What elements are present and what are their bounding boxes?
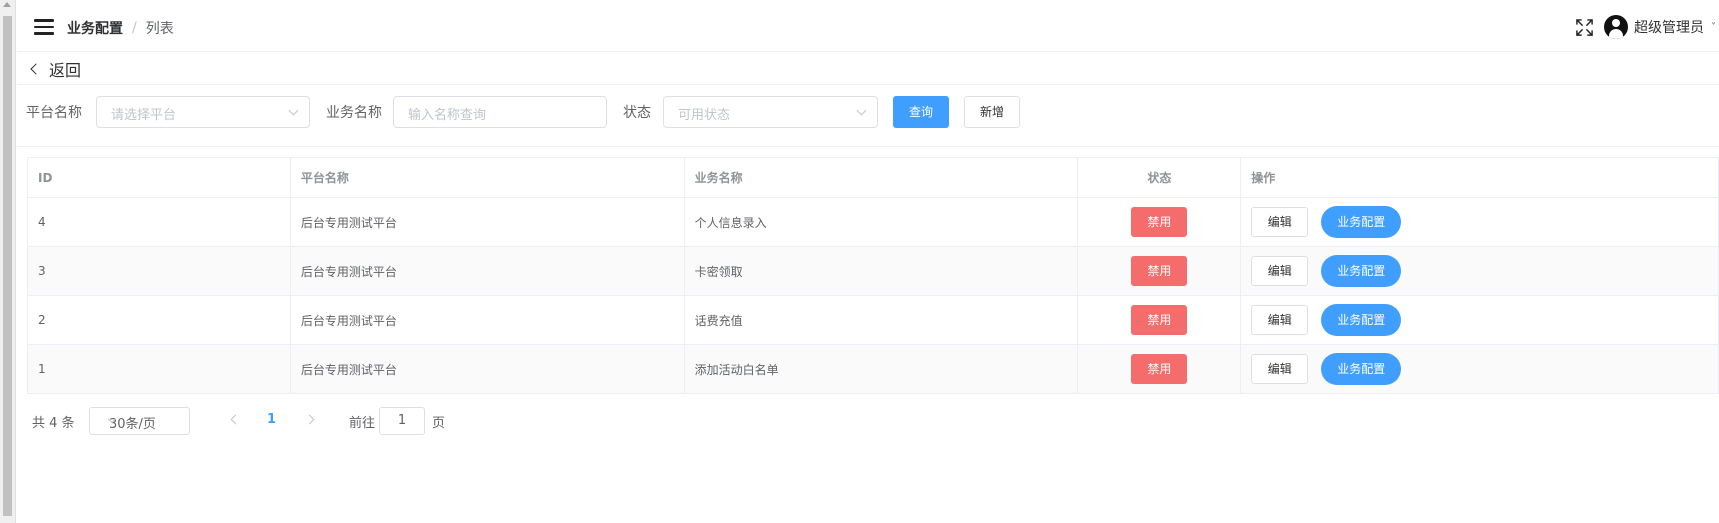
pagination: 共 4 条 30条/页 1 前往 1 页 [32, 407, 632, 435]
fullscreen-icon[interactable] [1575, 18, 1594, 37]
disable-button[interactable]: 禁用 [1131, 207, 1188, 237]
cell-business: 卡密领取 [685, 247, 1079, 295]
pagination-total: 共 4 条 [32, 416, 75, 431]
next-page-icon[interactable] [304, 414, 315, 425]
goto-label: 前往 [349, 416, 376, 431]
user-name: 超级管理员 [1634, 20, 1704, 36]
app: 业务配置 / 列表 超级管理员 ˅ 返回 平台名称 请选择平台 业务名称 输入名… [17, 0, 1719, 523]
table-header: ID 平台名称 业务名称 状态 操作 [28, 158, 1719, 198]
page-size-value: 30条/页 [109, 417, 156, 432]
cell-id: 3 [28, 247, 291, 295]
column-header-status: 状态 [1078, 158, 1242, 197]
disable-button[interactable]: 禁用 [1131, 305, 1188, 335]
chevron-down-icon [856, 105, 867, 116]
cell-platform: 后台专用测试平台 [291, 296, 685, 344]
table-row: 1 后台专用测试平台 添加活动白名单 禁用 编辑 业务配置 [28, 345, 1719, 394]
user-avatar-icon [1604, 15, 1628, 39]
cell-platform: 后台专用测试平台 [291, 198, 685, 246]
edit-button[interactable]: 编辑 [1251, 207, 1309, 237]
business-name-input[interactable]: 输入名称查询 [393, 96, 607, 128]
column-header-actions: 操作 [1241, 158, 1719, 197]
goto-page-input[interactable]: 1 [379, 407, 425, 435]
platform-select[interactable]: 请选择平台 [96, 96, 310, 128]
cell-business: 添加活动白名单 [685, 345, 1079, 393]
filter-bar: 平台名称 请选择平台 业务名称 输入名称查询 状态 可用状态 查询 新增 [17, 96, 1719, 128]
chevron-down-icon: ˅ [1711, 21, 1716, 33]
prev-page-icon[interactable] [230, 414, 241, 425]
column-header-business: 业务名称 [685, 158, 1079, 197]
breadcrumb-item-list: 列表 [145, 21, 174, 37]
status-label: 状态 [623, 105, 651, 121]
disable-button[interactable]: 禁用 [1131, 256, 1188, 286]
edit-button[interactable]: 编辑 [1251, 305, 1309, 335]
cell-status: 禁用 [1078, 198, 1242, 246]
platform-placeholder: 请选择平台 [111, 108, 177, 123]
hamburger-menu-icon[interactable] [34, 19, 54, 35]
divider [17, 84, 1719, 85]
cell-id: 2 [28, 296, 291, 344]
page-number-current[interactable]: 1 [267, 412, 276, 427]
cell-id: 1 [28, 345, 291, 393]
chevron-left-icon [30, 63, 42, 75]
back-label: 返回 [49, 61, 82, 80]
cell-platform: 后台专用测试平台 [291, 247, 685, 295]
breadcrumb: 业务配置 / 列表 [67, 18, 174, 38]
breadcrumb-item-business-config[interactable]: 业务配置 [67, 18, 123, 38]
scroll-up-arrow-icon[interactable] [3, 2, 11, 7]
business-config-button[interactable]: 业务配置 [1321, 353, 1402, 385]
status-placeholder: 可用状态 [678, 108, 731, 123]
disable-button[interactable]: 禁用 [1131, 354, 1188, 384]
business-placeholder: 输入名称查询 [408, 108, 487, 123]
cell-status: 禁用 [1078, 296, 1242, 344]
table-row: 4 后台专用测试平台 个人信息录入 禁用 编辑 业务配置 [28, 198, 1719, 247]
table-row: 3 后台专用测试平台 卡密领取 禁用 编辑 业务配置 [28, 247, 1719, 296]
cell-actions: 编辑 业务配置 [1241, 198, 1719, 246]
page-size-select[interactable]: 30条/页 [89, 407, 190, 435]
status-select[interactable]: 可用状态 [663, 96, 878, 128]
cell-platform: 后台专用测试平台 [291, 345, 685, 393]
table-row: 2 后台专用测试平台 话费充值 禁用 编辑 业务配置 [28, 296, 1719, 345]
cell-id: 4 [28, 198, 291, 246]
user-menu[interactable]: 超级管理员 ˅ [1604, 15, 1716, 39]
back-button[interactable]: 返回 [29, 57, 81, 81]
cell-business: 个人信息录入 [685, 198, 1079, 246]
query-button[interactable]: 查询 [893, 96, 949, 128]
chevron-down-icon [288, 105, 299, 116]
column-header-platform: 平台名称 [291, 158, 685, 197]
edit-button[interactable]: 编辑 [1251, 256, 1309, 286]
divider [17, 146, 1719, 147]
business-config-button[interactable]: 业务配置 [1321, 255, 1402, 287]
cell-status: 禁用 [1078, 247, 1242, 295]
cell-status: 禁用 [1078, 345, 1242, 393]
column-header-id: ID [28, 158, 291, 197]
platform-label: 平台名称 [26, 105, 82, 121]
business-config-button[interactable]: 业务配置 [1321, 206, 1402, 238]
business-label: 业务名称 [326, 105, 382, 121]
add-button[interactable]: 新增 [964, 96, 1020, 128]
data-table: ID 平台名称 业务名称 状态 操作 4 后台专用测试平台 个人信息录入 禁用 … [27, 157, 1719, 394]
cell-actions: 编辑 业务配置 [1241, 296, 1719, 344]
business-config-button[interactable]: 业务配置 [1321, 304, 1402, 336]
scrollbar-thumb[interactable] [3, 16, 12, 516]
vertical-scrollbar[interactable] [0, 0, 16, 523]
cell-business: 话费充值 [685, 296, 1079, 344]
breadcrumb-separator: / [132, 20, 137, 36]
cell-actions: 编辑 业务配置 [1241, 247, 1719, 295]
navbar: 业务配置 / 列表 超级管理员 ˅ [17, 0, 1719, 52]
edit-button[interactable]: 编辑 [1251, 354, 1309, 384]
page-unit-label: 页 [432, 416, 446, 431]
cell-actions: 编辑 业务配置 [1241, 345, 1719, 393]
